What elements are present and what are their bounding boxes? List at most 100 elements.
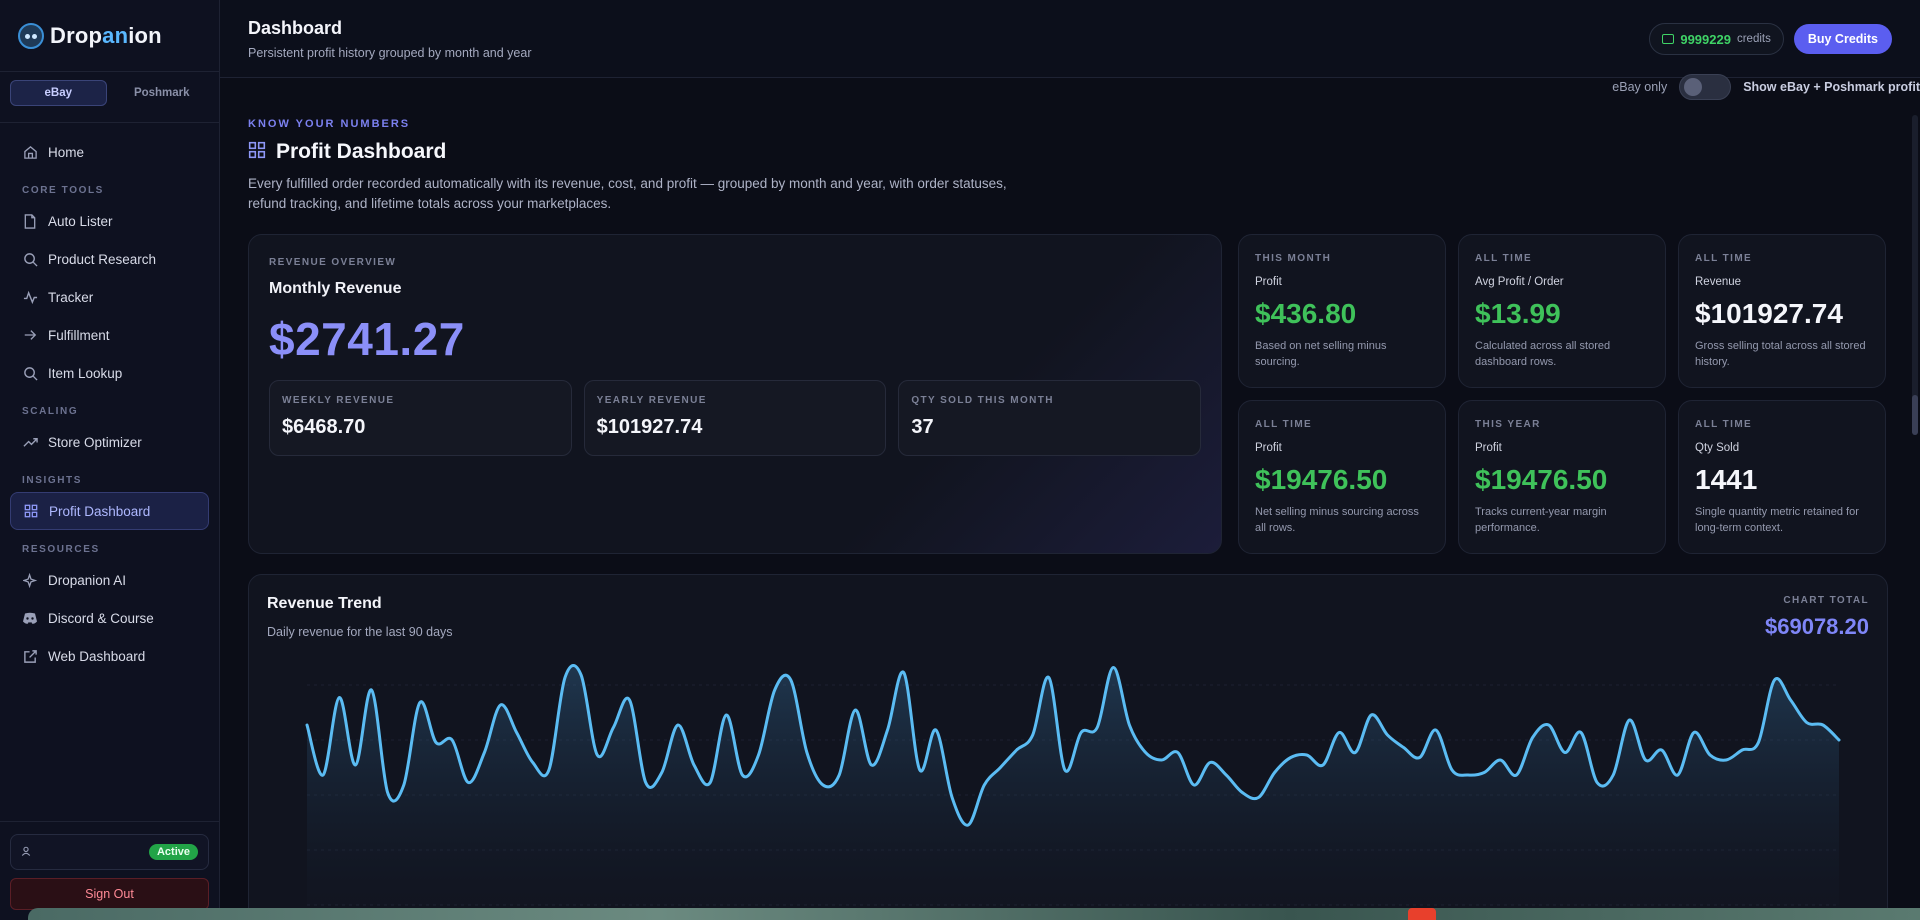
os-dock	[28, 908, 1920, 920]
sidebar: Dropanion eBay Poshmark Home CORE TOOLS …	[0, 0, 220, 920]
top-bar: Dashboard Persistent profit history grou…	[220, 0, 1920, 78]
arrow-right-icon	[22, 327, 38, 343]
marketplace-ebay-button[interactable]: eBay	[10, 80, 107, 106]
stat-value: $19476.50	[1475, 464, 1608, 495]
toggle-label-ebay-only: eBay only	[1612, 80, 1668, 94]
stat-card-month-profit: THIS MONTH Profit $436.80 Based on net s…	[1238, 234, 1446, 388]
sidebar-item-product-research[interactable]: Product Research	[10, 240, 209, 278]
credits-balance: 9999229 credits	[1649, 23, 1784, 55]
marketplace-toggle: eBay Poshmark	[10, 80, 209, 110]
tile-label: YEARLY REVENUE	[596, 395, 707, 406]
trending-up-icon	[22, 434, 38, 450]
tile-label: QTY SOLD THIS MONTH	[911, 395, 1054, 406]
nav-section-insights: INSIGHTS	[22, 475, 83, 486]
chart-total: CHART TOTAL $69078.20	[1765, 595, 1869, 640]
credits-label: credits	[1736, 33, 1771, 45]
sidebar-item-label: Item Lookup	[48, 365, 123, 381]
revenue-overview-card: REVENUE OVERVIEW Monthly Revenue $2741.2…	[248, 234, 1222, 554]
stat-value: $101927.74	[1695, 298, 1843, 329]
stat-card-qty-sold: ALL TIME Qty Sold 1441 Single quantity m…	[1678, 400, 1886, 554]
stat-title: Profit	[1255, 276, 1282, 288]
stat-title: Revenue	[1695, 276, 1742, 288]
buy-credits-button[interactable]: Buy Credits	[1793, 24, 1892, 54]
sidebar-item-label: Auto Lister	[48, 213, 113, 229]
revenue-trend-chart	[305, 664, 1841, 906]
sidebar-item-label: Store Optimizer	[48, 434, 142, 450]
account-panel: Active Sign Out	[0, 821, 219, 920]
revenue-trend-title: Revenue Trend	[267, 595, 382, 612]
weekly-revenue-tile: WEEKLY REVENUE $6468.70	[269, 380, 572, 456]
home-icon	[22, 144, 38, 160]
wallet-icon	[1662, 34, 1675, 44]
stat-title: Profit	[1255, 442, 1282, 454]
stat-note: Based on net selling minus sourcing.	[1255, 340, 1387, 368]
sidebar-item-dropanion-ai[interactable]: Dropanion AI	[10, 561, 209, 599]
tile-value: $101927.74	[596, 416, 703, 438]
monthly-revenue-value: $2741.27	[269, 313, 465, 365]
search-icon	[22, 251, 38, 267]
dock-app-icon[interactable]	[1408, 908, 1436, 920]
tile-label: WEEKLY REVENUE	[282, 395, 395, 406]
search-icon	[22, 365, 38, 381]
stat-title: Qty Sold	[1695, 442, 1740, 454]
profit-scope-switch[interactable]	[1679, 74, 1732, 100]
stat-note: Tracks current-year margin performance.	[1475, 506, 1607, 534]
sidebar-item-home[interactable]: Home	[10, 133, 209, 171]
header-title: Dashboard	[248, 18, 343, 38]
sidebar-item-auto-lister[interactable]: Auto Lister	[10, 202, 209, 240]
revenue-overview-label: REVENUE OVERVIEW	[269, 257, 397, 268]
sign-out-button[interactable]: Sign Out	[10, 878, 209, 910]
stat-card-all-time-profit: ALL TIME Profit $19476.50 Net selling mi…	[1238, 400, 1446, 554]
stat-card-year-profit: THIS YEAR Profit $19476.50 Tracks curren…	[1458, 400, 1666, 554]
header-subtitle: Persistent profit history grouped by mon…	[248, 46, 532, 60]
sidebar-item-discord-course[interactable]: Discord & Course	[10, 599, 209, 637]
stat-note: Gross selling total across all stored hi…	[1695, 340, 1866, 368]
sidebar-item-label: Profit Dashboard	[49, 503, 151, 519]
page-description: Every fulfilled order recorded automatic…	[248, 176, 1007, 211]
stat-period: THIS YEAR	[1475, 419, 1541, 430]
stat-value: $13.99	[1475, 298, 1561, 329]
sidebar-item-label: Home	[48, 144, 85, 160]
stat-period: ALL TIME	[1695, 419, 1753, 430]
sidebar-item-tracker[interactable]: Tracker	[10, 278, 209, 316]
stat-value: $19476.50	[1255, 464, 1388, 495]
page-scrollbar[interactable]	[1912, 115, 1918, 435]
sparkle-icon	[22, 572, 38, 588]
user-icon	[21, 843, 31, 861]
sidebar-item-fulfillment[interactable]: Fulfillment	[10, 316, 209, 354]
sidebar-item-label: Discord & Course	[48, 610, 154, 626]
stat-period: ALL TIME	[1475, 253, 1533, 264]
sidebar-item-label: Fulfillment	[48, 327, 110, 343]
stat-period: ALL TIME	[1255, 419, 1313, 430]
sidebar-item-label: Web Dashboard	[48, 648, 146, 664]
qty-sold-month-tile: QTY SOLD THIS MONTH 37	[898, 380, 1202, 456]
sidebar-item-web-dashboard[interactable]: Web Dashboard	[10, 637, 209, 675]
nav-section-resources: RESOURCES	[22, 544, 100, 555]
stat-card-all-time-revenue: ALL TIME Revenue $101927.74 Gross sellin…	[1678, 234, 1886, 388]
external-link-icon	[22, 648, 38, 664]
scrollbar-thumb[interactable]	[1912, 395, 1918, 435]
activity-icon	[22, 289, 38, 305]
brand-logo[interactable]: Dropanion	[0, 0, 219, 72]
sidebar-item-profit-dashboard[interactable]: Profit Dashboard	[10, 492, 209, 530]
sidebar-item-label: Product Research	[48, 251, 157, 267]
brand-name: Dropanion	[50, 22, 162, 48]
sidebar-item-label: Tracker	[48, 289, 94, 305]
nav-section-core: CORE TOOLS	[22, 185, 104, 196]
user-account[interactable]: Active	[10, 834, 209, 870]
page-content: KNOW YOUR NUMBERS Profit Dashboard Every…	[248, 118, 1888, 920]
stat-title: Profit	[1475, 442, 1502, 454]
nav-section-scaling: SCALING	[22, 406, 79, 417]
stat-card-avg-profit: ALL TIME Avg Profit / Order $13.99 Calcu…	[1458, 234, 1666, 388]
discord-icon	[22, 610, 38, 626]
main-area: Dashboard Persistent profit history grou…	[220, 0, 1920, 920]
robot-logo-icon	[18, 22, 44, 49]
stat-period: THIS MONTH	[1255, 253, 1332, 264]
stat-note: Calculated across all stored dashboard r…	[1475, 340, 1611, 368]
sidebar-item-store-optimizer[interactable]: Store Optimizer	[10, 423, 209, 461]
sidebar-item-item-lookup[interactable]: Item Lookup	[10, 354, 209, 392]
chart-total-value: $69078.20	[1765, 614, 1869, 639]
toggle-label-combined: Show eBay + Poshmark profit	[1743, 80, 1920, 94]
marketplace-poshmark-button[interactable]: Poshmark	[115, 80, 210, 106]
page-title: Profit Dashboard	[276, 140, 447, 163]
